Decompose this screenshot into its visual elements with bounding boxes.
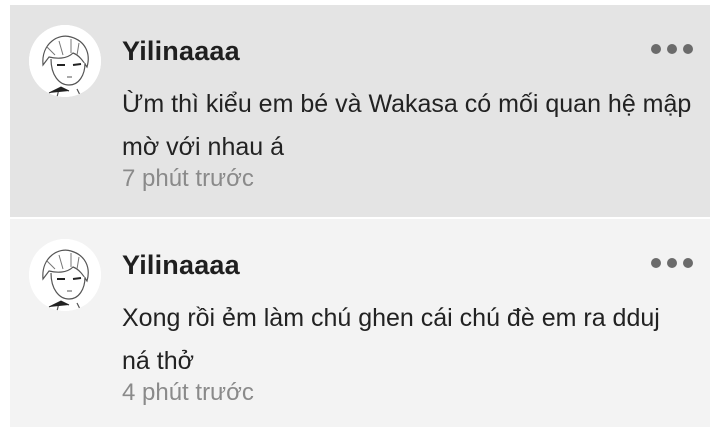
avatar[interactable] — [29, 25, 101, 97]
more-options-button[interactable] — [651, 258, 693, 268]
anime-boy-avatar-icon — [29, 25, 101, 97]
comment-item[interactable]: Yilinaaaa Xong rồi ẻm làm chú ghen cái c… — [10, 219, 710, 427]
comment-timestamp: 7 phút trước — [122, 165, 254, 192]
comment-text: Ừm thì kiểu em bé và Wakasa có mối quan … — [122, 90, 692, 161]
more-horizontal-icon — [651, 258, 661, 268]
comment-author[interactable]: Yilinaaaa — [122, 36, 240, 67]
more-horizontal-icon — [683, 258, 693, 268]
more-horizontal-icon — [651, 44, 661, 54]
more-options-button[interactable] — [651, 44, 693, 54]
anime-boy-avatar-icon — [29, 239, 101, 311]
more-horizontal-icon — [667, 44, 677, 54]
more-horizontal-icon — [667, 258, 677, 268]
comment-item[interactable]: Yilinaaaa Ừm thì kiểu em bé và Wakasa có… — [10, 5, 710, 217]
comment-list: Yilinaaaa Ừm thì kiểu em bé và Wakasa có… — [0, 0, 720, 427]
comment-text: Xong rồi ẻm làm chú ghen cái chú đè em r… — [122, 304, 660, 375]
avatar[interactable] — [29, 239, 101, 311]
comment-author[interactable]: Yilinaaaa — [122, 250, 240, 281]
comment-timestamp: 4 phút trước — [122, 379, 254, 406]
more-horizontal-icon — [683, 44, 693, 54]
